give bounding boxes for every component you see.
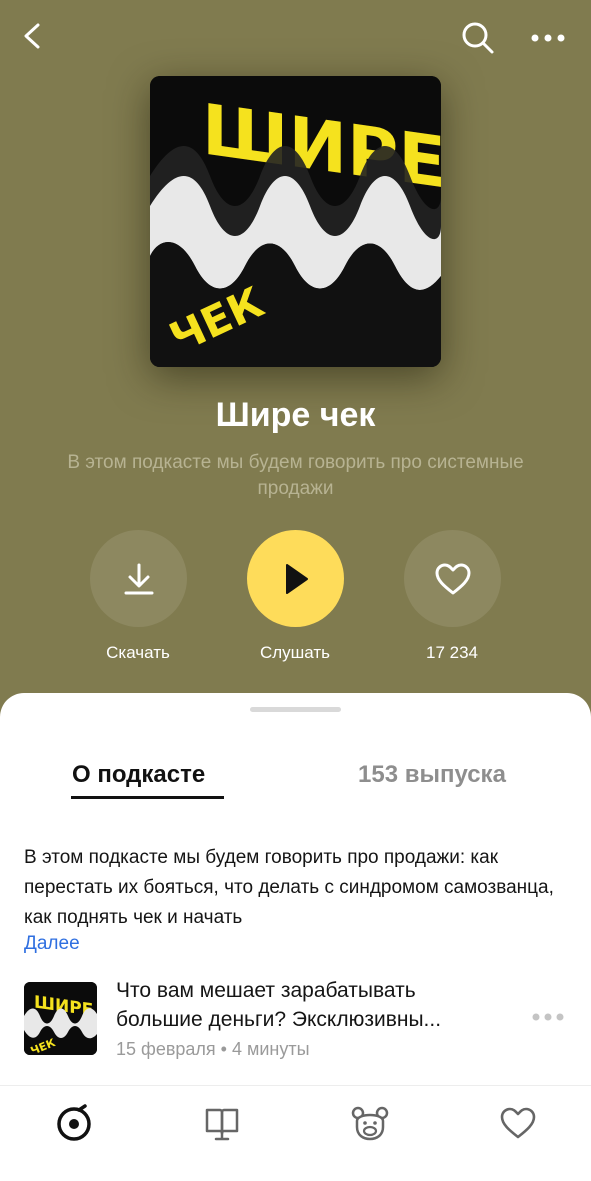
tabbar-player[interactable] (50, 1101, 98, 1145)
podcast-description: В этом подкасте мы будем говорить про пр… (24, 847, 554, 928)
podcast-title: Шире чек (215, 396, 376, 434)
tab-episodes[interactable]: 153 выпуска (358, 761, 506, 789)
more-horizontal-icon (532, 1013, 564, 1021)
player-icon (57, 1104, 91, 1141)
play-icon (285, 563, 308, 594)
heart-icon (435, 563, 470, 594)
active-tab-indicator (71, 796, 224, 799)
play-button[interactable] (247, 530, 344, 627)
book-icon (205, 1108, 239, 1141)
download-button[interactable] (90, 530, 187, 627)
tabbar-divider (0, 1085, 591, 1086)
search-button[interactable] (456, 16, 500, 60)
podcast-subtitle: В этом подкасте мы будем говорить про си… (67, 452, 524, 499)
more-button[interactable] (524, 16, 572, 60)
podcast-cover: ШИРЕ ЧЕК (150, 76, 441, 367)
tabbar-favorites[interactable] (494, 1101, 542, 1145)
like-button[interactable] (404, 530, 501, 627)
download-icon (124, 563, 153, 594)
cover-artwork: ШИРЕ ЧЕК (150, 76, 441, 367)
search-icon (462, 22, 494, 54)
episode-more-button[interactable] (528, 1005, 568, 1029)
likes-count: 17 234 (426, 643, 478, 662)
download-label: Скачать (106, 643, 170, 662)
more-horizontal-icon (531, 34, 565, 42)
tabbar-library[interactable] (198, 1101, 246, 1145)
back-button[interactable] (12, 16, 52, 56)
podcast-header-area: ШИРЕ ЧЕК Шире чек В этом подкасте мы буд… (0, 0, 591, 720)
play-label: Слушать (259, 643, 331, 662)
episode-thumbnail[interactable]: ШИРЕ ЧЕК (24, 982, 97, 1055)
tab-about[interactable]: О подкасте (72, 761, 205, 789)
sheet-handle[interactable] (250, 707, 341, 712)
description-more-link[interactable]: Далее (24, 933, 80, 955)
episode-title[interactable]: Что вам мешает зарабатывать большие день… (116, 976, 516, 1034)
heart-icon (500, 1107, 536, 1139)
episode-meta: 15 февраля • 4 минуты (116, 1039, 310, 1059)
tabbar-kids[interactable] (346, 1101, 394, 1145)
details-sheet: О подкасте 153 выпуска В этом подкасте м… (0, 693, 591, 1181)
chevron-left-icon (24, 23, 40, 49)
episode-cover-artwork: ШИРЕ ЧЕК (24, 982, 97, 1055)
bear-icon (351, 1106, 389, 1141)
